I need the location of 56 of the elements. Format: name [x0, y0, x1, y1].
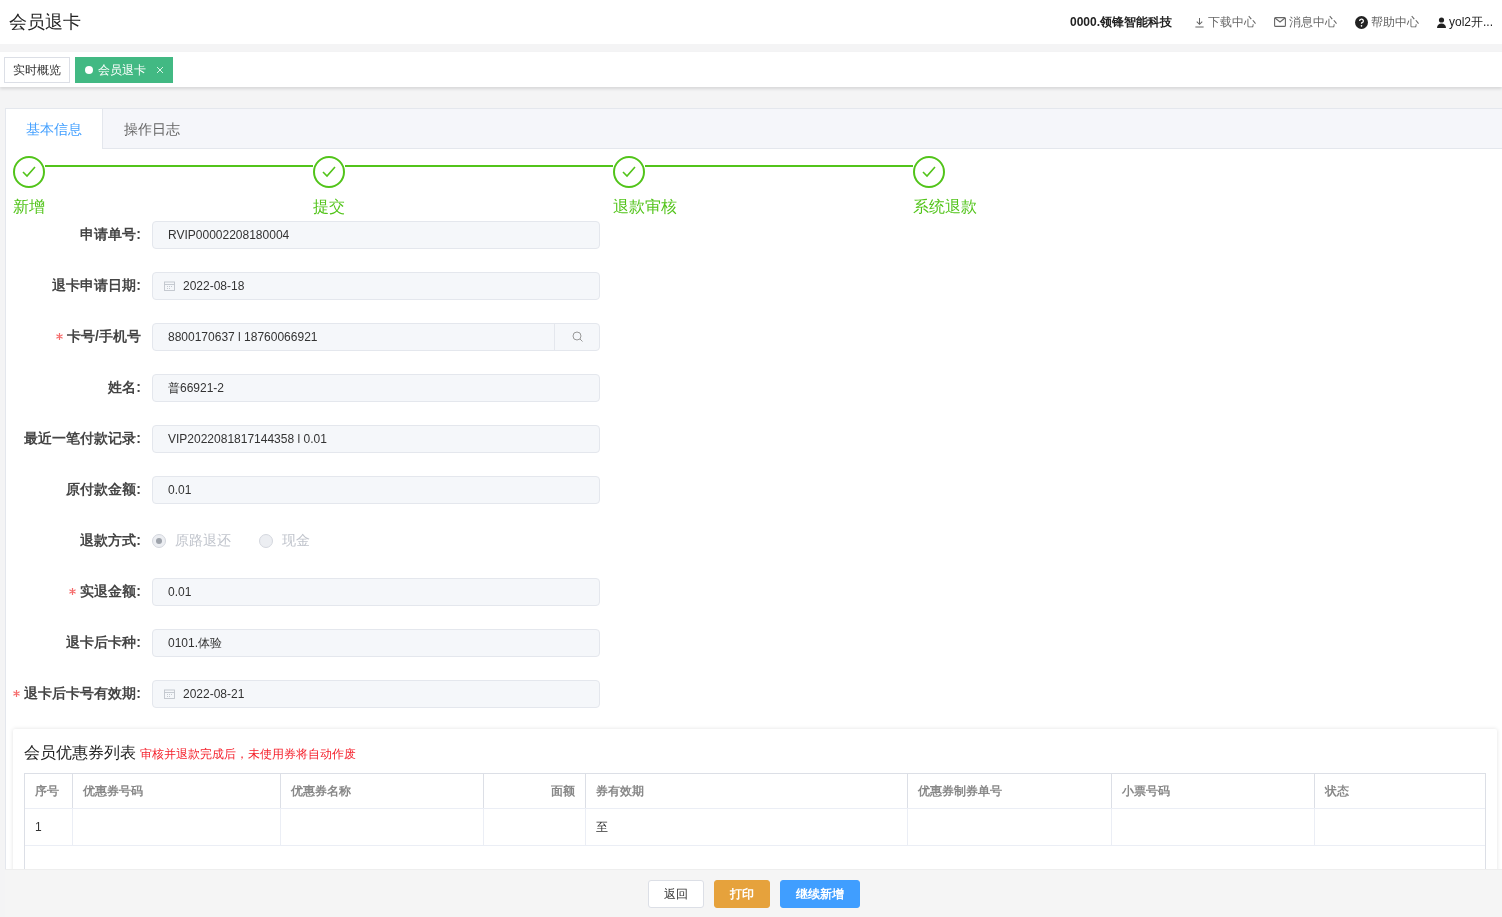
input-field[interactable]: VIP2022081817144358 l 0.01	[152, 424, 600, 453]
step-label: 提交	[313, 197, 345, 217]
date-field[interactable]: 2022-08-18	[152, 271, 600, 300]
field-label: 退卡申请日期:	[52, 276, 141, 295]
action-button[interactable]: 返回	[647, 879, 704, 908]
input-field[interactable]: 0.01	[152, 475, 600, 504]
column-header: 序号	[25, 774, 73, 808]
table-cell-text: 1	[35, 819, 42, 836]
input-field[interactable]: 普66921-2	[152, 373, 600, 402]
column-header: 优惠券制券单号	[908, 774, 1112, 808]
search-field[interactable]: 8800170637 l 18760066921	[152, 322, 600, 351]
check-icon	[622, 166, 636, 178]
field-label: 实退金额:	[80, 582, 141, 601]
step-label: 系统退款	[913, 197, 977, 217]
field-label: 退卡后卡种:	[66, 633, 141, 652]
field-label: 申请单号:	[80, 225, 141, 244]
section-title: 会员优惠券列表	[24, 743, 136, 763]
column-header: 优惠券号码	[72, 774, 281, 808]
field-label: 姓名:	[108, 378, 141, 397]
header-link[interactable]: 帮助中心	[1355, 13, 1419, 31]
user-icon	[1437, 16, 1446, 28]
tab[interactable]: 操作日志	[103, 109, 200, 149]
column-header: 小票号码	[1111, 774, 1316, 808]
field-label: 退款方式:	[80, 531, 141, 550]
step-label: 退款审核	[613, 197, 677, 217]
company-name: 0000.领锋智能科技	[1069, 14, 1172, 31]
date-field[interactable]: 2022-08-21	[152, 679, 600, 708]
field-label: 最近一笔付款记录:	[24, 429, 141, 448]
input-field[interactable]: RVIP00002208180004	[152, 220, 600, 249]
column-header: 优惠券名称	[280, 774, 485, 808]
search-icon	[571, 331, 583, 342]
column-header: 状态	[1323, 783, 1351, 800]
warning-note: 审核并退款完成后，未使用券将自动作废	[140, 746, 356, 763]
field-label: 卡号/手机号	[67, 327, 141, 346]
header-link[interactable]: 下载中心	[1194, 13, 1256, 31]
help-icon	[1355, 15, 1368, 29]
mail-icon	[1274, 17, 1286, 27]
input-field[interactable]: 0.01	[152, 577, 600, 606]
step-label: 新增	[13, 197, 45, 217]
download-icon	[1194, 16, 1205, 28]
page-title: 会员退卡	[9, 10, 81, 34]
column-header: 面额	[484, 774, 586, 808]
check-icon	[322, 166, 336, 178]
close-icon[interactable]	[157, 66, 163, 73]
calendar-icon	[164, 280, 175, 291]
check-icon	[922, 166, 936, 178]
page-tab[interactable]: 实时概览	[4, 56, 70, 83]
calendar-icon	[164, 688, 175, 699]
field-label: 原付款金额:	[66, 480, 141, 499]
header-link[interactable]: yol2开...	[1437, 13, 1493, 31]
check-icon	[22, 166, 36, 178]
table-cell-text: 至	[595, 819, 608, 836]
column-header: 券有效期	[585, 774, 909, 808]
field-label: 退卡后卡号有效期:	[24, 684, 141, 703]
header-link[interactable]: 消息中心	[1274, 13, 1337, 31]
input-field[interactable]: 0101.体验	[152, 628, 600, 657]
